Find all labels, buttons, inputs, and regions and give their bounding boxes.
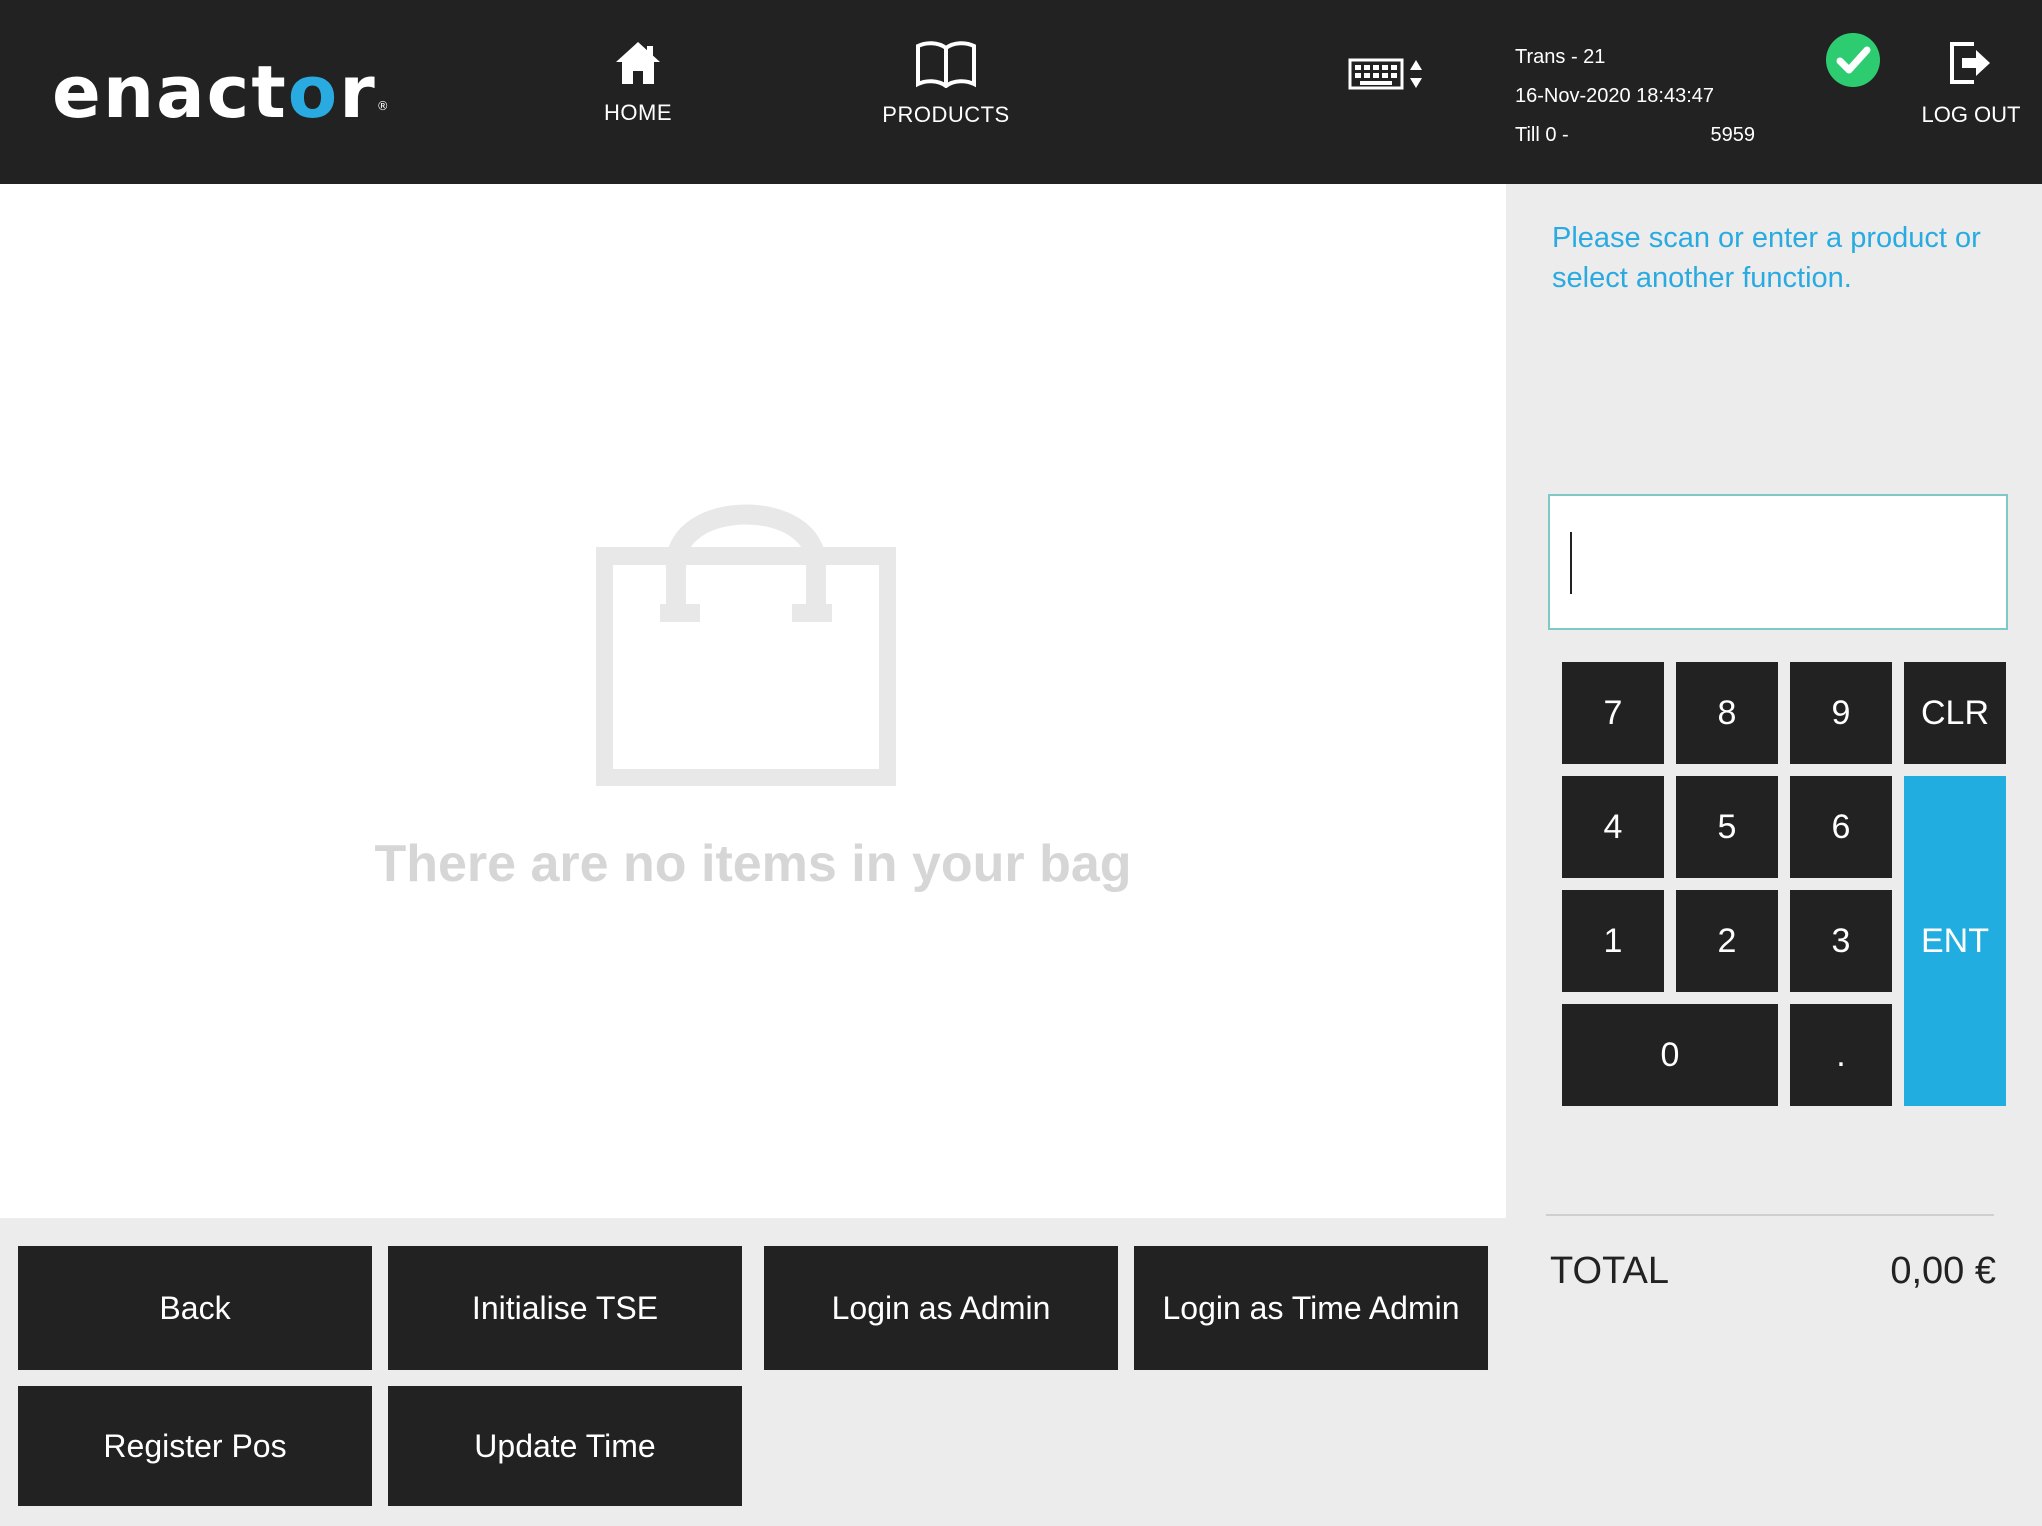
login-admin-button[interactable]: Login as Admin (764, 1246, 1118, 1370)
prompt-message: Please scan or enter a product or select… (1552, 222, 1981, 294)
total-divider (1546, 1214, 1994, 1216)
key-6[interactable]: 6 (1790, 776, 1892, 878)
update-time-button[interactable]: Update Time (388, 1386, 742, 1506)
transaction-number: Trans - 21 (1515, 46, 1606, 68)
status-ok-icon (1826, 33, 1880, 87)
keyboard-toggle-icon[interactable] (1348, 54, 1424, 94)
total-value: 0,00 € (1890, 1250, 1996, 1292)
key-9[interactable]: 9 (1790, 662, 1892, 764)
key-8[interactable]: 8 (1676, 662, 1778, 764)
till-label: Till 0 - (1515, 124, 1569, 146)
basket-area: There are no items in your bag (0, 184, 1506, 1218)
key-2[interactable]: 2 (1676, 890, 1778, 992)
enter-key[interactable]: ENT (1904, 776, 2006, 1106)
key-5[interactable]: 5 (1676, 776, 1778, 878)
product-entry-input[interactable] (1550, 496, 2006, 628)
key-7[interactable]: 7 (1562, 662, 1664, 764)
logout-button[interactable]: LOG OUT (1900, 40, 2042, 150)
home-icon (616, 42, 660, 84)
key-0[interactable]: 0 (1562, 1004, 1778, 1106)
product-entry-field[interactable] (1548, 494, 2008, 630)
book-icon (916, 41, 976, 88)
products-button[interactable]: PRODUCTS (856, 40, 1036, 150)
shopping-bag-icon (596, 504, 896, 786)
transaction-info: Trans - 21 16-Nov-2020 18:43:47 Till 0 -… (1515, 38, 1755, 155)
enactor-logo: enactor® (52, 50, 391, 134)
till-number: 5959 (1710, 124, 1756, 146)
empty-bag-message: There are no items in your bag (374, 835, 1132, 893)
key-1[interactable]: 1 (1562, 890, 1664, 992)
home-button[interactable]: HOME (548, 40, 728, 150)
initialise-tse-button[interactable]: Initialise TSE (388, 1246, 742, 1370)
key-3[interactable]: 3 (1790, 890, 1892, 992)
key-4[interactable]: 4 (1562, 776, 1664, 878)
products-label: PRODUCTS (882, 102, 1010, 127)
logout-icon (1950, 42, 1990, 84)
total-label: TOTAL (1550, 1250, 1669, 1292)
logout-label: LOG OUT (1921, 102, 2021, 127)
home-label: HOME (604, 100, 672, 125)
login-time-admin-button[interactable]: Login as Time Admin (1134, 1246, 1488, 1370)
back-button[interactable]: Back (18, 1246, 372, 1370)
decimal-key[interactable]: . (1790, 1004, 1892, 1106)
register-pos-button[interactable]: Register Pos (18, 1386, 372, 1506)
clear-key[interactable]: CLR (1904, 662, 2006, 764)
transaction-datetime: 16-Nov-2020 18:43:47 (1515, 85, 1715, 107)
top-bar: enactor® HOME PRODUCTS Trans - 21 16-Nov… (0, 0, 2042, 184)
till-info: Till 0 - 5959 (1515, 116, 1755, 155)
